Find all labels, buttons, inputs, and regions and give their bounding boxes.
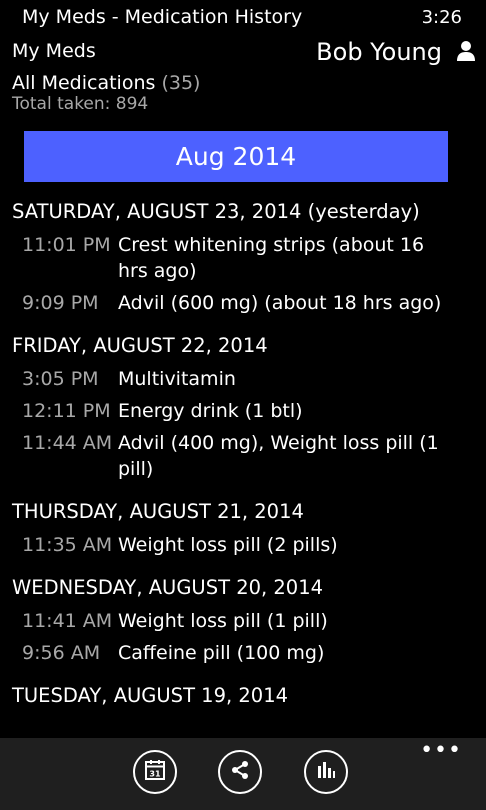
clock: 3:26	[421, 7, 462, 28]
entry-time: 12:11 PM	[22, 400, 111, 422]
history-entry[interactable]: 3:05 PM Multivitamin	[22, 366, 486, 392]
history-entry[interactable]: 11:01 PM Crest whitening strips (about 16…	[22, 232, 486, 284]
entry-time: 11:41 AM	[22, 610, 113, 632]
calendar-button[interactable]: 31	[133, 750, 177, 794]
month-banner[interactable]: Aug 2014	[24, 131, 448, 182]
history-entry[interactable]: 11:44 AM Advil (400 mg), Weight loss pill…	[22, 430, 486, 482]
entry-time: 3:05 PM	[22, 368, 99, 390]
all-medications-label: All Medications	[12, 72, 156, 94]
all-medications-count: (35)	[161, 72, 201, 94]
app-bar: 31 •••	[0, 738, 486, 810]
stats-icon	[315, 759, 337, 785]
total-taken: Total taken: 894	[12, 94, 149, 114]
share-button[interactable]	[218, 750, 262, 794]
entry-time: 9:56 AM	[22, 642, 101, 664]
day-group: TUESDAY, AUGUST 19, 2014	[0, 682, 486, 710]
user-icon[interactable]	[454, 40, 478, 62]
entry-time: 11:35 AM	[22, 534, 113, 556]
entry-medication: Advil (600 mg) (about 18 hrs ago)	[118, 292, 442, 314]
history-entry[interactable]: 11:41 AM Weight loss pill (1 pill)	[22, 608, 486, 634]
entry-medication: Crest whitening strips (about 16 hrs ago…	[118, 234, 425, 282]
entry-time: 11:44 AM	[22, 432, 113, 454]
app-title: My Meds - Medication History	[22, 6, 303, 28]
day-group: FRIDAY, AUGUST 22, 2014 3:05 PM Multivitam…	[0, 332, 486, 482]
entry-medication: Energy drink (1 btl)	[118, 400, 303, 422]
day-group: THURSDAY, AUGUST 21, 2014 11:35 AM Weight …	[0, 498, 486, 558]
user-name[interactable]: Bob Young	[316, 38, 442, 66]
entry-time: 11:01 PM	[22, 234, 111, 256]
day-group: WEDNESDAY, AUGUST 20, 2014 11:41 AM Weight…	[0, 574, 486, 666]
entry-medication: Caffeine pill (100 mg)	[118, 642, 325, 664]
day-header: TUESDAY, AUGUST 19, 2014	[12, 684, 289, 707]
entry-medication: Multivitamin	[118, 368, 236, 390]
day-header: WEDNESDAY, AUGUST 20, 2014	[12, 576, 324, 599]
calendar-icon: 31	[143, 758, 167, 786]
share-icon	[229, 759, 251, 785]
entry-time: 9:09 PM	[22, 292, 99, 314]
stats-button[interactable]	[304, 750, 348, 794]
all-medications-link[interactable]: All Medications (35)	[12, 72, 200, 94]
status-bar: My Meds - Medication History 3:26	[0, 0, 486, 34]
day-header: THURSDAY, AUGUST 21, 2014	[12, 500, 304, 523]
calendar-day-number: 31	[149, 770, 161, 779]
history-entry[interactable]: 9:09 PM Advil (600 mg) (about 18 hrs ago)	[22, 290, 486, 316]
ellipsis-icon: •••	[420, 738, 462, 763]
day-header: FRIDAY, AUGUST 22, 2014	[12, 334, 268, 357]
entry-medication: Weight loss pill (2 pills)	[118, 534, 338, 556]
section-title: My Meds	[12, 40, 96, 62]
history-entry[interactable]: 12:11 PM Energy drink (1 btl)	[22, 398, 486, 424]
entry-medication: Advil (400 mg), Weight loss pill (1 pill…	[118, 432, 439, 480]
history-entry[interactable]: 11:35 AM Weight loss pill (2 pills)	[22, 532, 486, 558]
history-entry[interactable]: 9:56 AM Caffeine pill (100 mg)	[22, 640, 486, 666]
entry-medication: Weight loss pill (1 pill)	[118, 610, 328, 632]
day-group: SATURDAY, AUGUST 23, 2014 (yesterday) 11:…	[0, 198, 486, 316]
header: My Meds Bob Young All Medications (35) T…	[0, 38, 486, 118]
history-list: SATURDAY, AUGUST 23, 2014 (yesterday) 11:…	[0, 198, 486, 726]
medication-history-page: My Meds - Medication History 3:26 My Med…	[0, 0, 486, 810]
more-options-button[interactable]: •••	[420, 740, 462, 762]
day-header: SATURDAY, AUGUST 23, 2014 (yesterday)	[12, 200, 420, 223]
list-fade	[0, 716, 486, 738]
